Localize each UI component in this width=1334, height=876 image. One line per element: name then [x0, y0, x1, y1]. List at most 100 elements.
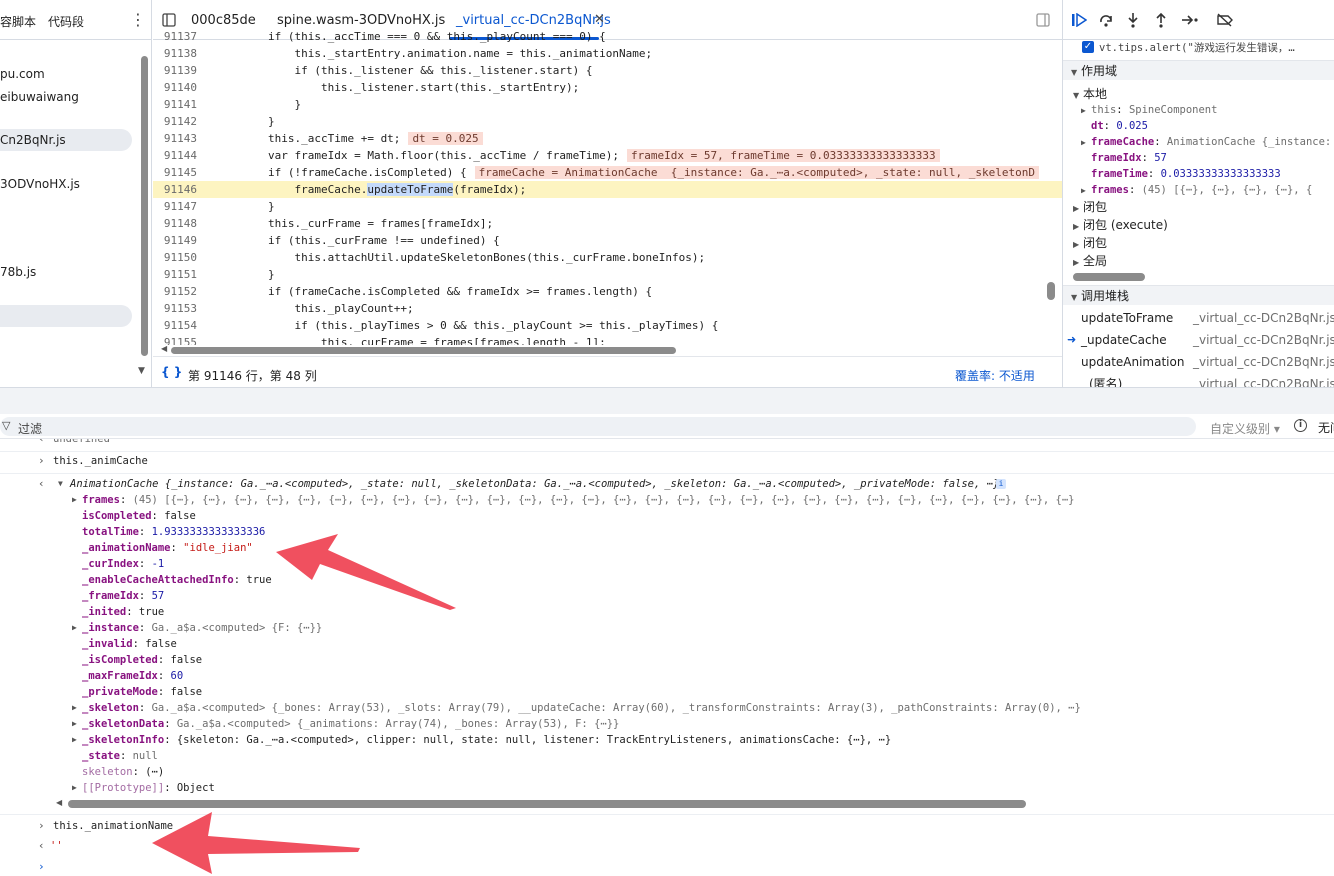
- breakpoint-checkbox[interactable]: ✓: [1082, 41, 1094, 53]
- toggle-debugger-icon[interactable]: [1036, 13, 1050, 27]
- line-number[interactable]: 91140: [153, 79, 197, 96]
- callstack-frame[interactable]: (匿名) _virtual_cc-DCn2BqNr.js:9: [1063, 373, 1334, 387]
- scroll-down-icon[interactable]: ▼: [138, 366, 145, 376]
- issues-info-icon[interactable]: i: [1294, 419, 1307, 432]
- closure-scope[interactable]: ▶ 闭包 (execute): [1073, 217, 1168, 235]
- tab-spine-wasm[interactable]: spine.wasm-3ODVnoHX.js: [277, 13, 445, 28]
- expand-icon[interactable]: ▶: [1081, 183, 1091, 199]
- deactivate-breakpoints-icon[interactable]: [1216, 13, 1234, 27]
- line-number[interactable]: 91147: [153, 198, 197, 215]
- expand-icon[interactable]: ▶: [72, 732, 77, 748]
- line-number[interactable]: 91152: [153, 283, 197, 300]
- tree-item-domain[interactable]: pu.com: [0, 67, 45, 81]
- code-line[interactable]: 91145 if (!frameCache.isCompleted) {fram…: [153, 164, 1062, 181]
- callstack-frame[interactable]: updateToFrame _virtual_cc-DCn2BqNr.js:9: [1063, 307, 1334, 329]
- code-vertical-scrollbar[interactable]: [1047, 282, 1055, 300]
- code-line[interactable]: 91142 }: [153, 113, 1062, 130]
- step-out-icon[interactable]: [1154, 12, 1168, 28]
- code-line[interactable]: 91149 if (this._curFrame !== undefined) …: [153, 232, 1062, 249]
- scope-section-header[interactable]: ▼ 作用域: [1063, 60, 1334, 80]
- expand-icon[interactable]: ▶: [72, 492, 77, 508]
- more-options-icon[interactable]: ⋮: [130, 10, 146, 29]
- code-line[interactable]: 91147 }: [153, 198, 1062, 215]
- code-line[interactable]: 91137 if (this._accTime === 0 && this._p…: [153, 30, 1062, 45]
- line-number[interactable]: 91137: [153, 30, 197, 45]
- expand-icon[interactable]: ▶: [1081, 135, 1091, 151]
- code-line[interactable]: 91144 var frameIdx = Math.floor(this._ac…: [153, 147, 1062, 164]
- line-number[interactable]: 91141: [153, 96, 197, 113]
- closure-scope[interactable]: ▶ 全局: [1073, 253, 1107, 271]
- step-over-icon[interactable]: [1098, 12, 1114, 28]
- line-number[interactable]: 91145: [153, 164, 197, 181]
- code-line[interactable]: 91138 this._startEntry.animation.name = …: [153, 45, 1062, 62]
- code-line[interactable]: 91150 this.attachUtil.updateSkeletonBone…: [153, 249, 1062, 266]
- scope-variable[interactable]: ▶ frameCache: AnimationCache {_instance:: [1081, 134, 1331, 151]
- expand-icon[interactable]: ▶: [1081, 103, 1091, 119]
- line-number[interactable]: 91142: [153, 113, 197, 130]
- scope-variable[interactable]: dt: 0.025: [1081, 118, 1148, 134]
- tree-item-folder[interactable]: eibuwaiwang: [0, 90, 79, 104]
- line-number[interactable]: 91150: [153, 249, 197, 266]
- info-badge-icon[interactable]: i: [996, 479, 1006, 489]
- expand-icon[interactable]: ▶: [72, 620, 77, 636]
- line-number[interactable]: 91148: [153, 215, 197, 232]
- scope-variable[interactable]: frameTime: 0.03333333333333333: [1081, 166, 1281, 182]
- line-number[interactable]: 91153: [153, 300, 197, 317]
- code-line[interactable]: 91151 }: [153, 266, 1062, 283]
- code-view[interactable]: 91137 if (this._accTime === 0 && this._p…: [153, 30, 1062, 345]
- local-scope-toggle[interactable]: ▼ 本地: [1073, 85, 1107, 102]
- line-number[interactable]: 91138: [153, 45, 197, 62]
- navigator-scrollbar[interactable]: [140, 50, 148, 380]
- expand-icon[interactable]: ▶: [72, 700, 77, 716]
- closure-scope[interactable]: ▶ 闭包: [1073, 199, 1107, 217]
- line-number[interactable]: 91149: [153, 232, 197, 249]
- close-tab-icon[interactable]: ✕: [594, 12, 605, 27]
- resume-icon[interactable]: [1071, 13, 1087, 27]
- tree-item-selected-file[interactable]: Cn2BqNr.js: [0, 133, 66, 147]
- code-line[interactable]: 91146 frameCache.updateToFrame(frameIdx)…: [153, 181, 1062, 198]
- code-line[interactable]: 91148 this._curFrame = frames[frameIdx];: [153, 215, 1062, 232]
- toggle-navigator-icon[interactable]: [162, 13, 176, 27]
- closure-scope[interactable]: ▶ 闭包: [1073, 235, 1107, 253]
- filter-input[interactable]: ▽ 过滤: [0, 417, 1196, 436]
- console-horizontal-scrollbar[interactable]: ◀: [56, 798, 1328, 809]
- collapse-icon[interactable]: ▼: [58, 476, 63, 492]
- tab-virtual-cc[interactable]: _virtual_cc-DCn2BqNr.js: [456, 13, 611, 28]
- line-number[interactable]: 91155: [153, 334, 197, 345]
- tree-item-file[interactable]: 78b.js: [0, 265, 36, 279]
- scope-variable[interactable]: frameIdx: 57: [1081, 150, 1167, 166]
- code-line[interactable]: 91141 }: [153, 96, 1062, 113]
- console-output[interactable]: ‹ undefined › this._animCache ‹ ▼ Animat…: [0, 439, 1334, 874]
- callstack-frame[interactable]: updateAnimation _virtual_cc-DCn2BqNr.js:9: [1063, 351, 1334, 373]
- code-horizontal-scrollbar[interactable]: ◀: [161, 344, 1053, 354]
- scope-variable[interactable]: ▶ this: SpineComponent: [1081, 102, 1217, 119]
- line-number[interactable]: 91154: [153, 317, 197, 334]
- expand-icon[interactable]: ▶: [72, 716, 77, 732]
- callstack-section-header[interactable]: ▼ 调用堆栈: [1063, 285, 1334, 305]
- line-number[interactable]: 91143: [153, 130, 197, 147]
- expand-icon[interactable]: ▶: [72, 780, 77, 796]
- code-line[interactable]: 91154 if (this._playTimes > 0 && this._p…: [153, 317, 1062, 334]
- code-line[interactable]: 91153 this._playCount++;: [153, 300, 1062, 317]
- tab-content-scripts[interactable]: 容脚本: [0, 13, 36, 30]
- coverage-link[interactable]: 覆盖率: 不适用: [955, 367, 1035, 384]
- code-line[interactable]: 91139 if (this._listener && this._listen…: [153, 62, 1062, 79]
- scope-variable[interactable]: ▶ frames: (45) [{⋯}, {⋯}, {⋯}, {⋯}, {: [1081, 182, 1312, 199]
- code-line[interactable]: 91152 if (frameCache.isCompleted && fram…: [153, 283, 1062, 300]
- code-line[interactable]: 91140 this._listener.start(this._startEn…: [153, 79, 1062, 96]
- line-number[interactable]: 91146: [153, 181, 197, 198]
- tab-000c85de[interactable]: 000c85de: [191, 13, 256, 28]
- line-number[interactable]: 91139: [153, 62, 197, 79]
- code-line[interactable]: 91143 this._accTime += dt; dt = 0.025: [153, 130, 1062, 147]
- tab-snippets[interactable]: 代码段: [48, 13, 84, 30]
- tree-item-file[interactable]: 3ODVnoHX.js: [0, 177, 80, 191]
- pretty-print-icon[interactable]: { }: [161, 365, 182, 379]
- step-icon[interactable]: [1181, 13, 1199, 27]
- code-line[interactable]: 91155 this._curFrame = frames[frames.len…: [153, 334, 1062, 345]
- scope-scrollbar[interactable]: [1073, 273, 1145, 281]
- line-number[interactable]: 91151: [153, 266, 197, 283]
- step-into-icon[interactable]: [1126, 12, 1140, 28]
- line-number[interactable]: 91144: [153, 147, 197, 164]
- log-level-dropdown[interactable]: 自定义级别 ▾: [1210, 420, 1280, 437]
- callstack-frame[interactable]: ➜ _updateCache _virtual_cc-DCn2BqNr.js:9: [1063, 329, 1334, 351]
